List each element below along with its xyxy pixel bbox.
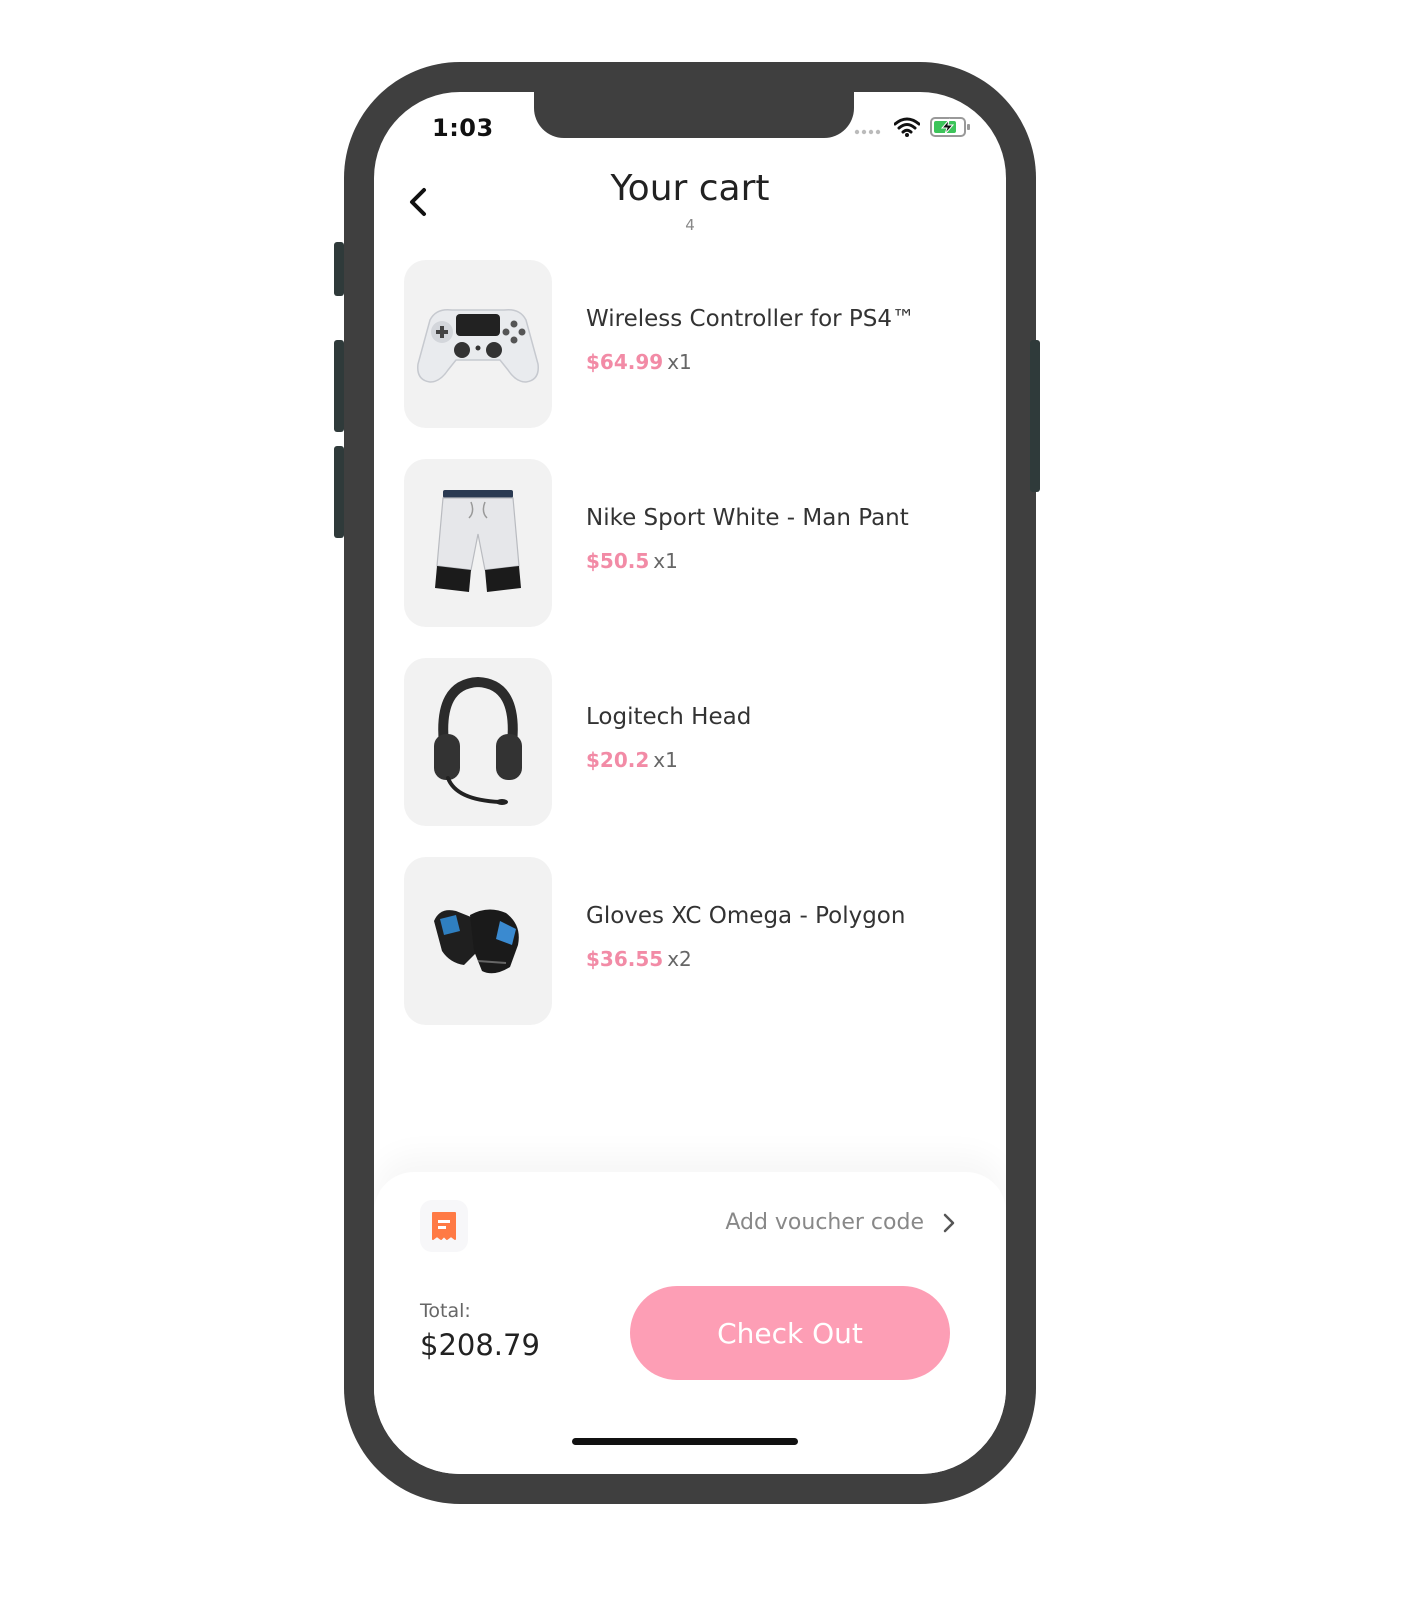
total-label: Total: [420, 1300, 471, 1322]
item-price-row: $20.2 x1 [586, 748, 751, 772]
item-price: $50.5 [586, 549, 650, 573]
total-value: $208.79 [420, 1328, 540, 1362]
side-button [334, 242, 344, 296]
item-info: Wireless Controller for PS4™ $64.99 x1 [586, 306, 915, 374]
gamepad-image [417, 308, 539, 383]
cart-item[interactable]: Gloves XC Omega - Polygon $36.55 x2 [404, 857, 984, 1025]
gloves-image [434, 909, 519, 974]
app-screen: 1:03 Your cart 4 Wireless Controller for… [374, 92, 1006, 1474]
item-quantity: x1 [653, 748, 678, 772]
item-price: $20.2 [586, 748, 650, 772]
add-voucher-button[interactable]: Add voucher code [725, 1210, 956, 1235]
item-quantity: x1 [653, 549, 678, 573]
product-thumbnail [404, 658, 552, 826]
notch [534, 92, 854, 138]
product-thumbnail [404, 857, 552, 1025]
item-name: Gloves XC Omega - Polygon [586, 903, 906, 929]
chevron-right-icon [943, 1213, 955, 1232]
item-price: $36.55 [586, 947, 664, 971]
item-info: Nike Sport White - Man Pant $50.5 x1 [586, 505, 909, 573]
item-price-row: $50.5 x1 [586, 549, 909, 573]
cart-item[interactable]: Nike Sport White - Man Pant $50.5 x1 [404, 459, 984, 627]
checkout-panel: Add voucher code Total: $208.79 Check Ou… [374, 1172, 1006, 1474]
product-thumbnail [404, 459, 552, 627]
status-icons [854, 116, 972, 142]
product-thumbnail [404, 260, 552, 428]
item-count: 4 [685, 216, 695, 234]
side-button [334, 446, 344, 538]
item-price-row: $36.55 x2 [586, 947, 905, 971]
item-price-row: $64.99 x1 [586, 350, 915, 374]
voucher-label: Add voucher code [725, 1210, 924, 1235]
cart-list: Wireless Controller for PS4™ $64.99 x1 Ni… [404, 260, 984, 1056]
home-indicator [572, 1438, 798, 1445]
item-price: $64.99 [586, 350, 664, 374]
battery-charging-icon [930, 116, 972, 142]
shorts-image [435, 490, 521, 592]
item-name: Logitech Head [586, 704, 752, 730]
side-button [1030, 340, 1040, 492]
item-name: Wireless Controller for PS4™ [586, 306, 916, 332]
item-quantity: x2 [667, 947, 692, 971]
cart-item[interactable]: Wireless Controller for PS4™ $64.99 x1 [404, 260, 984, 428]
cellular-icon [854, 120, 884, 139]
item-quantity: x1 [667, 350, 692, 374]
item-name: Nike Sport White - Man Pant [586, 505, 909, 531]
cart-item[interactable]: Logitech Head $20.2 x1 [404, 658, 984, 826]
voucher-icon-box[interactable] [420, 1200, 468, 1252]
item-info: Gloves XC Omega - Polygon $36.55 x2 [586, 903, 905, 971]
checkout-button[interactable]: Check Out [630, 1286, 950, 1380]
headset-image [434, 676, 522, 805]
receipt-icon [432, 1212, 456, 1240]
side-button [334, 340, 344, 432]
page-title: Your cart [610, 168, 770, 209]
wifi-icon [893, 117, 921, 141]
status-time: 1:03 [432, 114, 494, 142]
item-info: Logitech Head $20.2 x1 [586, 704, 751, 772]
